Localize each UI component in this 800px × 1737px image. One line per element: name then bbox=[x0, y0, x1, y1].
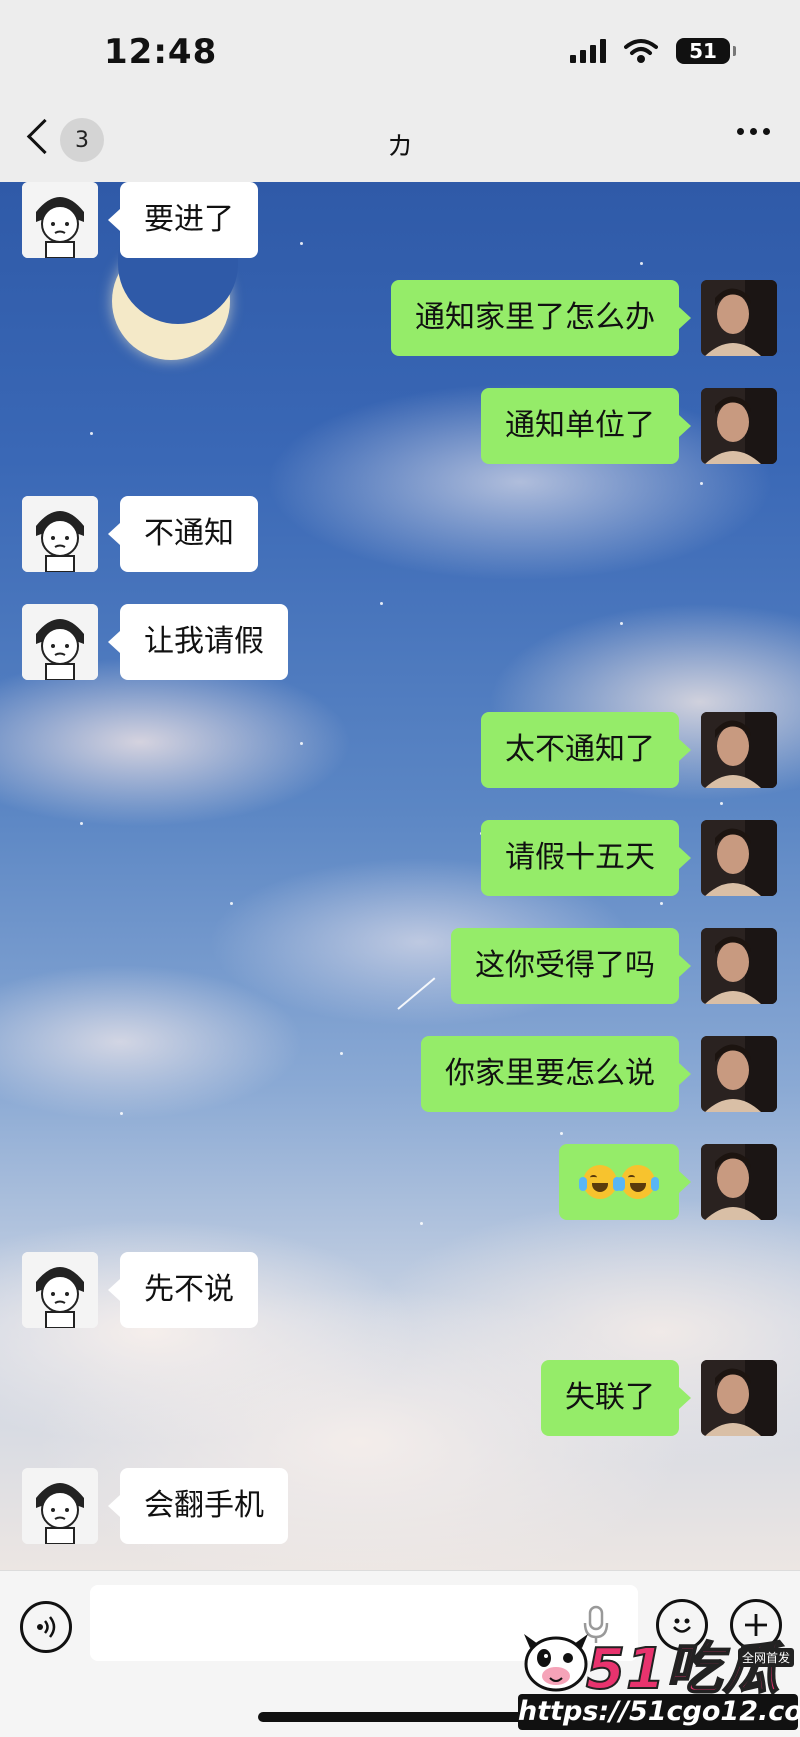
status-time: 12:48 bbox=[104, 32, 218, 72]
message-row: 让我请假 bbox=[0, 604, 800, 680]
outgoing-message-bubble[interactable]: 通知单位了 bbox=[481, 388, 691, 464]
star-decoration bbox=[660, 902, 663, 905]
outgoing-message-bubble[interactable]: 你家里要怎么说 bbox=[421, 1036, 691, 1112]
message-row: 先不说 bbox=[0, 1252, 800, 1328]
incoming-message-bubble[interactable]: 不通知 bbox=[108, 496, 258, 572]
chat-area[interactable]: 要进了通知家里了怎么办通知单位了不通知让我请假太不通知了请假十五天这你受得了吗你… bbox=[0, 182, 800, 1570]
message-row: 通知家里了怎么办 bbox=[0, 280, 800, 356]
star-decoration bbox=[560, 1132, 563, 1135]
crying-laughing-emoji-icon bbox=[579, 1165, 621, 1199]
self-avatar[interactable] bbox=[701, 1144, 777, 1220]
incoming-message-bubble[interactable]: 要进了 bbox=[108, 182, 258, 258]
message-row: 你家里要怎么说 bbox=[0, 1036, 800, 1112]
self-avatar[interactable] bbox=[701, 1360, 777, 1436]
star-decoration bbox=[230, 902, 233, 905]
self-avatar[interactable] bbox=[701, 928, 777, 1004]
message-row: 要进了 bbox=[0, 182, 800, 258]
status-icons: 51 bbox=[570, 38, 736, 64]
cow-mascot-logo bbox=[524, 1634, 588, 1692]
outgoing-message-bubble[interactable]: 这你受得了吗 bbox=[451, 928, 691, 1004]
contact-avatar[interactable] bbox=[22, 604, 98, 680]
self-avatar[interactable] bbox=[701, 820, 777, 896]
contact-avatar[interactable] bbox=[22, 1252, 98, 1328]
self-avatar[interactable] bbox=[701, 280, 777, 356]
more-options-icon[interactable] bbox=[737, 128, 770, 135]
top-bar: 12:48 51 3 カ bbox=[0, 0, 800, 182]
message-row: 请假十五天 bbox=[0, 820, 800, 896]
star-decoration bbox=[640, 262, 643, 265]
battery-icon: 51 bbox=[676, 38, 736, 64]
contact-avatar[interactable] bbox=[22, 496, 98, 572]
watermark-tag: 全网首发 bbox=[737, 1648, 794, 1667]
message-row: 失联了 bbox=[0, 1360, 800, 1436]
cellular-signal-icon bbox=[570, 39, 606, 63]
outgoing-message-bubble[interactable]: 请假十五天 bbox=[481, 820, 691, 896]
outgoing-message-bubble[interactable]: 通知家里了怎么办 bbox=[391, 280, 691, 356]
outgoing-message-bubble[interactable]: 失联了 bbox=[541, 1360, 691, 1436]
star-decoration bbox=[420, 1222, 423, 1225]
crying-laughing-emoji-icon bbox=[617, 1165, 659, 1199]
message-row: 通知单位了 bbox=[0, 388, 800, 464]
incoming-message-bubble[interactable]: 会翻手机 bbox=[108, 1468, 288, 1544]
home-indicator bbox=[258, 1712, 542, 1722]
message-row: 这你受得了吗 bbox=[0, 928, 800, 1004]
voice-mode-button[interactable] bbox=[20, 1601, 72, 1653]
outgoing-message-bubble[interactable]: 太不通知了 bbox=[481, 712, 691, 788]
incoming-message-bubble[interactable]: 先不说 bbox=[108, 1252, 258, 1328]
self-avatar[interactable] bbox=[701, 388, 777, 464]
battery-level: 51 bbox=[689, 39, 717, 63]
self-avatar[interactable] bbox=[701, 712, 777, 788]
watermark-url: https://51cgo12.com bbox=[518, 1694, 800, 1730]
contact-avatar[interactable] bbox=[22, 182, 98, 258]
star-decoration bbox=[120, 1112, 123, 1115]
message-row: 太不通知了 bbox=[0, 712, 800, 788]
chat-title: カ bbox=[386, 132, 413, 162]
message-row bbox=[0, 1144, 800, 1220]
wifi-icon bbox=[624, 39, 658, 63]
outgoing-message-bubble[interactable] bbox=[559, 1144, 691, 1220]
message-row: 不通知 bbox=[0, 496, 800, 572]
star-decoration bbox=[700, 482, 703, 485]
voice-icon bbox=[37, 1616, 56, 1638]
incoming-message-bubble[interactable]: 让我请假 bbox=[108, 604, 288, 680]
watermark: 51吃瓜 全网首发 https://51cgo12.com bbox=[516, 1618, 800, 1736]
star-decoration bbox=[720, 802, 723, 805]
message-row: 会翻手机 bbox=[0, 1468, 800, 1544]
self-avatar[interactable] bbox=[701, 1036, 777, 1112]
contact-avatar[interactable] bbox=[22, 1468, 98, 1544]
